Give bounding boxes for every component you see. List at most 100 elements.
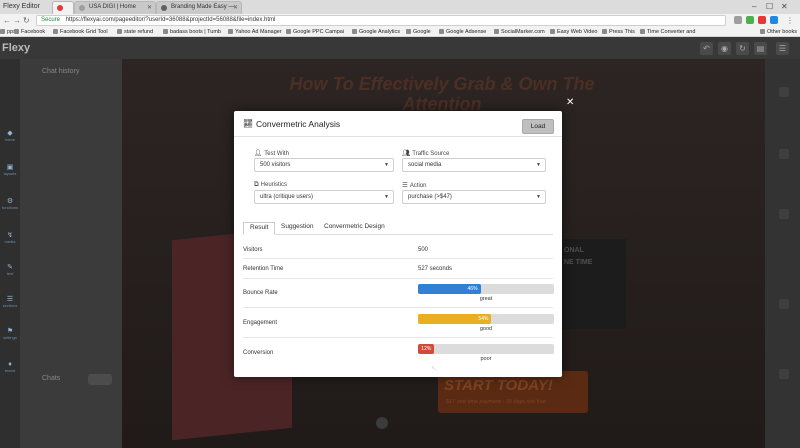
bolt-icon: ↯ [7, 232, 13, 239]
sidebar-item-brand[interactable]: ♦ brand [2, 361, 18, 373]
action-select[interactable]: purchase (>$47) ▼ [402, 190, 546, 204]
close-modal-icon[interactable]: ✕ [566, 97, 574, 108]
extension-icon[interactable] [746, 16, 754, 24]
bounce-label: Bounce Rate [243, 290, 278, 296]
modal-header: 📈︎ Convermetric Analysis Load [234, 111, 562, 137]
modal-title: Convermetric Analysis [256, 119, 341, 129]
bookmark-item[interactable]: Google Analytics [352, 29, 400, 35]
browser-tab-1[interactable]: USA DIGI | Home ✕ [74, 1, 156, 14]
sidebar-item-label: text [6, 271, 14, 276]
preview-icon[interactable]: ◉ [718, 42, 731, 55]
bookmark-item[interactable]: Google Adsense [439, 29, 486, 35]
tab-convermetric-design[interactable]: Convermetric Design [318, 223, 391, 235]
sidebar-item-text[interactable]: ✎ text [2, 263, 18, 276]
refresh-icon[interactable]: ↻ [736, 42, 749, 55]
back-icon[interactable]: ← [3, 16, 11, 25]
bookmark-item[interactable]: SocialMarker.com [494, 29, 545, 35]
sidebar-item-layouts[interactable]: ▣ layouts [2, 163, 18, 176]
sidebar-item-label: functions [2, 205, 19, 210]
caret-down-icon: ▼ [384, 162, 389, 168]
bookmark-item[interactable]: Yahoo Ad Manager [228, 29, 282, 35]
tab-close-icon[interactable]: ✕ [147, 4, 152, 11]
sidebar-item-home[interactable]: ◆ home [2, 129, 18, 142]
bookmark-item[interactable]: Facebook Grid Tool [53, 29, 108, 35]
retention-label: Retention Time [243, 266, 284, 272]
panel-toggle-icon[interactable] [779, 149, 789, 159]
caret-down-icon: ▼ [384, 194, 389, 200]
result-row-visitors: Visitors 500 [243, 239, 553, 259]
secure-label: Secure [41, 17, 61, 23]
tab-result[interactable]: Result [243, 222, 276, 235]
undo-icon[interactable]: ↶ [700, 42, 713, 55]
panel-toggle-icon[interactable] [779, 209, 789, 219]
tab-suggestion[interactable]: Suggestion [275, 223, 320, 235]
sidebar-item-label: layouts [3, 171, 17, 176]
bookmark-item[interactable]: Facebook [14, 29, 45, 35]
chats-button[interactable] [88, 374, 112, 385]
browser-tab-0[interactable]: X [52, 1, 74, 14]
sidebar-item-functions[interactable]: ⚙ functions [2, 197, 18, 210]
settings-icon[interactable]: ☰ [776, 42, 789, 55]
field-label-text: Test With [264, 151, 289, 157]
browser-tab-2[interactable]: Branding Made Easy — ✕ [156, 1, 242, 14]
extension-icon[interactable] [734, 16, 742, 24]
traffic-source-select[interactable]: social media ▼ [402, 158, 546, 172]
editor-toolbar: Flexy ↶ ◉ ↻ ▤ ☰ [0, 37, 800, 59]
panel-toggle-icon[interactable] [779, 369, 789, 379]
minimize-icon[interactable]: – [752, 2, 756, 11]
convermetric-modal: 📈︎ Convermetric Analysis Load 👤︎ Test Wit… [234, 111, 562, 377]
bookmark-item[interactable]: badass boots | Tumb [163, 29, 221, 35]
engagement-bar: 54% [418, 314, 554, 324]
bookmark-item[interactable]: Google PPC Campai [286, 29, 344, 35]
side-banner-text: ONAL NE TIME [564, 247, 593, 266]
panel-toggle-icon[interactable] [779, 87, 789, 97]
sidebar-item-media[interactable]: ↯ media [2, 231, 18, 244]
diamond-icon: ♦ [8, 361, 12, 368]
browser-tab-bar: Flexy Editor X USA DIGI | Home ✕ Brandin… [0, 0, 800, 14]
action-label: ☰ Action [402, 181, 427, 189]
bookmark-item[interactable]: Easy Web Video [550, 29, 597, 35]
test-with-select[interactable]: 500 visitors ▼ [254, 158, 394, 172]
layout-icon: ▣ [6, 164, 14, 171]
list-icon: ☰ [6, 296, 14, 303]
gear-icon: ⚙ [6, 198, 14, 205]
result-tabs: Result Suggestion Convermetric Design [243, 221, 553, 235]
bookmark-item[interactable]: Time Converter and [640, 29, 695, 35]
bookmark-item[interactable]: Press This [602, 29, 635, 35]
tab-label: Branding Made Easy — [171, 4, 235, 10]
cta-subtext: $17 one-time payment - 30 days risk free [446, 399, 546, 405]
load-button[interactable]: Load [522, 119, 554, 134]
tab-favicon-icon [79, 5, 85, 11]
visitors-value: 500 [418, 247, 429, 253]
bookmark-item[interactable]: Google [406, 29, 431, 35]
extension-icon[interactable] [770, 16, 778, 24]
extension-icon[interactable] [758, 16, 766, 24]
save-icon[interactable]: ▤ [754, 42, 767, 55]
chat-history-panel [20, 59, 122, 448]
bounce-bar-fill: 46% [418, 284, 481, 294]
address-bar: ← → ↻ Secure https://flexyai.com/pageedi… [0, 14, 800, 27]
field-label-text: Traffic Source [412, 151, 450, 157]
field-label-text: Action [409, 183, 427, 189]
test-with-label: 👤︎ Test With [254, 149, 289, 157]
window-title: Flexy Editor [3, 3, 40, 10]
maximize-icon[interactable]: ☐ [766, 2, 773, 11]
sidebar-item-sections[interactable]: ☰ sections [2, 295, 18, 308]
panel-toggle-icon[interactable] [779, 299, 789, 309]
forward-icon[interactable]: → [13, 16, 21, 25]
bounce-rating: great [479, 296, 493, 302]
sidebar-item-label: settings [3, 335, 17, 340]
bounce-bar: 46% [418, 284, 554, 294]
bookmark-item[interactable]: Other books [760, 29, 797, 35]
close-window-icon[interactable]: ✕ [781, 2, 788, 11]
reload-icon[interactable]: ↻ [23, 16, 30, 25]
menu-icon[interactable]: ⋮ [786, 16, 794, 25]
url-input[interactable]: Secure https://flexyai.com/pageeditor/?u… [36, 15, 726, 26]
engagement-rating: good [479, 326, 493, 332]
bookmark-item[interactable]: state refund [117, 29, 153, 35]
heuristics-select[interactable]: ultra (critique users) ▼ [254, 190, 394, 204]
tab-close-icon[interactable]: ✕ [233, 4, 238, 11]
sidebar-item-settings[interactable]: ⚑ settings [2, 327, 18, 340]
right-sidebar [765, 59, 800, 448]
conversion-rating: poor [480, 356, 492, 362]
